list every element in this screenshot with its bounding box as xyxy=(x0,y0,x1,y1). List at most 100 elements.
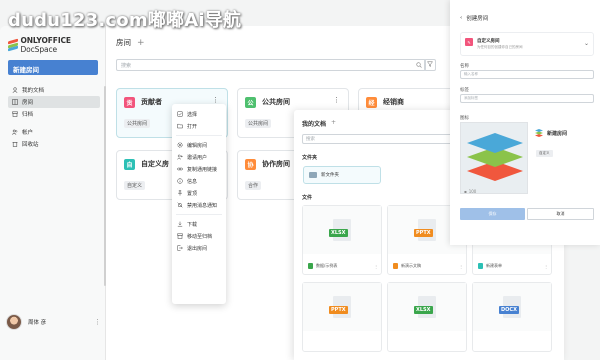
panel-title: 创建房间 xyxy=(466,16,489,22)
menu-item-mute[interactable]: 禁用消息通知 xyxy=(172,199,226,211)
room-badge: 协 xyxy=(245,159,256,170)
person-icon xyxy=(11,87,18,94)
room-title: 经销商 xyxy=(383,98,404,106)
pin-icon xyxy=(177,190,183,196)
sidebar-item-my-documents[interactable]: 我的文档 xyxy=(8,84,100,96)
more-icon[interactable]: ⋮ xyxy=(333,96,340,104)
custom-room-icon: ✎ xyxy=(465,38,473,46)
file-tile[interactable]: PPTX xyxy=(302,282,382,352)
docx-file-icon: DOCX xyxy=(499,296,521,318)
room-badge: 公 xyxy=(245,97,256,108)
room-name-field[interactable]: 输入名称 xyxy=(460,70,594,79)
more-icon[interactable]: ⋮ xyxy=(544,264,548,269)
folders-heading: 文件夹 xyxy=(302,155,318,161)
menu-item-open[interactable]: 打开 xyxy=(172,120,226,132)
room-preview: 新建房间 xyxy=(534,128,567,138)
back-arrow-icon[interactable]: ‹ xyxy=(460,15,462,21)
user-name: 周体 彦 xyxy=(28,320,47,326)
menu-item-invite-users[interactable]: 邀请用户 xyxy=(172,151,226,163)
room-badge: 自 xyxy=(124,159,135,170)
room-badge: 经 xyxy=(366,97,377,108)
sidebar-item-rooms[interactable]: 房间 xyxy=(8,96,100,108)
rooms-icon xyxy=(11,99,18,106)
link-icon xyxy=(177,166,183,172)
sidebar-item-label: 归档 xyxy=(22,112,34,118)
onlyoffice-logo-icon xyxy=(8,38,18,52)
room-tag[interactable]: 公共房间 xyxy=(245,119,272,128)
room-logo-image xyxy=(467,133,523,181)
room-title: 自定义房 xyxy=(141,160,169,168)
tags-label: 标签 xyxy=(460,88,469,93)
info-icon xyxy=(177,178,183,184)
room-type-selector[interactable]: ✎ 自定义房间 为任何目的创建你自己的房间 ⌄ xyxy=(460,32,594,56)
file-tile[interactable]: XLSX xyxy=(387,282,467,352)
sidebar-nav: 我的文档 房间 归档 帐户 回收站 xyxy=(8,84,100,150)
menu-divider xyxy=(176,214,222,215)
more-icon[interactable]: ⋮ xyxy=(94,318,101,326)
menu-divider xyxy=(176,135,222,136)
file-name: 新建表单 xyxy=(486,263,502,268)
search-input[interactable]: 搜索 xyxy=(116,59,426,71)
menu-item-leave-room[interactable]: 退出房间 xyxy=(172,242,226,254)
zoom-slider[interactable]: ▪ 100 xyxy=(464,189,476,194)
room-tag[interactable]: 自定义 xyxy=(124,181,146,190)
filter-button[interactable] xyxy=(424,59,436,71)
folder-icon xyxy=(177,123,183,129)
create-room-panel: ‹ 创建房间 ✎ 自定义房间 为任何目的创建你自己的房间 ⌄ 名称 输入名称 标… xyxy=(450,0,600,245)
gear-icon xyxy=(177,142,183,148)
room-type-title: 自定义房间 xyxy=(477,39,500,44)
folder-tile[interactable]: 新文件夹 xyxy=(303,166,381,184)
exit-icon xyxy=(177,245,183,251)
menu-item-select[interactable]: 选择 xyxy=(172,108,226,120)
watermark: dudu123.com嘟嘟Ai导航 xyxy=(8,10,242,31)
avatar[interactable] xyxy=(6,314,22,330)
more-icon[interactable]: ⋮ xyxy=(374,264,378,269)
file-tile[interactable]: DOCX xyxy=(472,282,552,352)
sidebar-item-archive[interactable]: 归档 xyxy=(8,108,100,120)
menu-item-info[interactable]: 信息 xyxy=(172,175,226,187)
xlsx-file-icon: XLSX xyxy=(329,219,351,241)
tags-field[interactable]: 添加标签 xyxy=(460,94,594,103)
logo-product: DocSpace xyxy=(20,45,58,54)
menu-item-move-to-archive[interactable]: 移动至归档 xyxy=(172,230,226,242)
bell-off-icon xyxy=(177,202,183,208)
files-heading: 文件 xyxy=(302,195,313,201)
cancel-button[interactable]: 取消 xyxy=(527,208,594,220)
room-badge: 贡 xyxy=(124,97,135,108)
name-label: 名称 xyxy=(460,64,469,69)
file-tile[interactable]: XLSX 数据/示例表 ⋮ xyxy=(302,205,382,275)
accounts-icon xyxy=(11,129,18,136)
room-tag[interactable]: 公共房间 xyxy=(124,119,151,128)
room-tag[interactable]: 合作 xyxy=(245,181,262,190)
menu-item-download[interactable]: 下载 xyxy=(172,218,226,230)
save-button[interactable]: 保存 xyxy=(460,208,525,220)
context-menu: 选择 打开 编辑房间 邀请用户 复制通用链接 信息 置顶 禁用消息通知 下载 移… xyxy=(172,104,226,304)
sidebar-item-accounts[interactable]: 帐户 xyxy=(8,126,100,138)
download-icon xyxy=(177,221,183,227)
plus-icon[interactable]: + xyxy=(137,38,145,48)
menu-item-edit-room[interactable]: 编辑房间 xyxy=(172,139,226,151)
more-icon[interactable]: ⋮ xyxy=(459,264,463,269)
new-room-button[interactable]: 新建房间 xyxy=(8,60,98,75)
search-input[interactable]: 搜索 xyxy=(302,134,454,144)
menu-item-copy-link[interactable]: 复制通用链接 xyxy=(172,163,226,175)
breadcrumb: 房间 + xyxy=(116,37,145,48)
preview-name: 新建房间 xyxy=(547,130,568,137)
trash-icon xyxy=(11,141,18,148)
sidebar-item-label: 我的文档 xyxy=(22,88,45,94)
select-icon xyxy=(177,111,183,117)
user-profile[interactable]: 周体 彦 ⋮ xyxy=(6,314,101,330)
filter-icon xyxy=(426,61,434,69)
panel-buttons: 保存 取消 xyxy=(460,208,594,220)
plus-icon[interactable]: + xyxy=(331,119,336,128)
xlsx-file-icon: XLSX xyxy=(414,296,436,318)
search-icon xyxy=(416,62,422,70)
room-logo-cropper[interactable]: ▪ 100 xyxy=(460,122,528,194)
sidebar-item-trash[interactable]: 回收站 xyxy=(8,138,100,150)
sidebar: ONLYOFFICE DocSpace 新建房间 我的文档 房间 归档 帐户 回… xyxy=(0,26,106,360)
logo-brand: ONLYOFFICE xyxy=(20,36,71,45)
menu-item-pin[interactable]: 置顶 xyxy=(172,187,226,199)
more-icon[interactable]: ⋮ xyxy=(212,96,219,104)
archive-icon xyxy=(11,111,18,118)
sidebar-item-label: 房间 xyxy=(22,100,34,106)
